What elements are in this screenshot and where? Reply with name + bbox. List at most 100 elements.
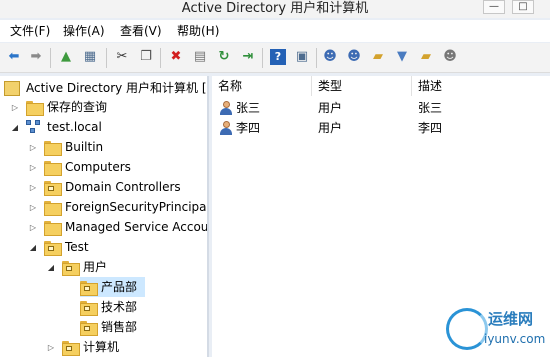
column-header-name[interactable]: 名称 [212, 76, 312, 96]
menu-help[interactable]: 帮助(H) [177, 23, 219, 39]
ou-icon [62, 340, 80, 356]
tree-item-domain-controllers[interactable]: ▷ Domain Controllers [28, 177, 181, 197]
cell-type: 用户 [318, 101, 343, 115]
folder-icon [44, 200, 62, 216]
delegate-icon[interactable]: ☻ [442, 49, 458, 65]
back-icon[interactable]: ⬅ [6, 49, 22, 65]
export-icon[interactable]: ⇥ [240, 49, 256, 65]
tree-item-label: Domain Controllers [65, 180, 181, 194]
tree-item-label: test.local [47, 120, 102, 134]
watermark: 运维网 iyunv.com [440, 300, 550, 357]
cut-icon[interactable]: ✂ [114, 49, 130, 65]
tree-item-label: 用户 [83, 260, 108, 274]
ou-icon [80, 300, 98, 316]
ad-console-icon [4, 80, 20, 96]
ou-icon [62, 260, 80, 276]
maximize-button[interactable]: □ [512, 0, 534, 14]
tree-item-label: 销售部 [101, 320, 138, 334]
menu-view[interactable]: 查看(V) [120, 23, 162, 39]
collapse-icon[interactable]: ◢ [46, 263, 56, 272]
cell-name: 李四 [236, 121, 261, 135]
expand-icon[interactable]: ▷ [10, 103, 20, 112]
menu-file[interactable]: 文件(F) [10, 23, 50, 39]
tree-item-users-ou[interactable]: ◢ 用户 [46, 257, 107, 277]
tree-item-label: 产品部 [101, 280, 138, 294]
copy-icon[interactable]: ❐ [138, 49, 154, 65]
ou-icon [80, 280, 98, 296]
show-tree-icon[interactable]: ▦ [82, 49, 98, 65]
toolbar-separator [106, 48, 107, 68]
toolbar: ⬅ ➡ ▲ ▦ ✂ ❐ ✖ ▤ ↻ ⇥ ? ▣ ☻ ☻ ▰ ▼ ▰ ☻ [0, 43, 550, 73]
title-bar: Active Directory 用户和计算机 — □ [0, 0, 550, 18]
list-item[interactable]: 张三 用户 张三 [212, 98, 550, 118]
tree-item-label: 技术部 [101, 300, 138, 314]
user-icon [220, 121, 232, 135]
tree-item-computers-ou[interactable]: ▷ 计算机 [46, 337, 119, 357]
new-ou-icon[interactable]: ▰ [370, 49, 386, 65]
window-title: Active Directory 用户和计算机 [181, 1, 369, 16]
collapse-icon[interactable]: ◢ [28, 243, 38, 252]
tree-item-foreign-security-principals[interactable]: ▷ ForeignSecurityPrincipals [28, 197, 209, 217]
tree-item-domain[interactable]: ◢ test.local [10, 117, 102, 137]
console-icon[interactable]: ▣ [294, 49, 310, 65]
column-header-type[interactable]: 类型 [312, 76, 412, 96]
new-group-icon[interactable]: ☻ [346, 49, 362, 65]
tree-item-label: Test [65, 240, 89, 254]
ou-icon [44, 240, 62, 256]
watermark-url: iyunv.com [484, 332, 546, 346]
tree-item-managed-service-accounts[interactable]: ▷ Managed Service Accou [28, 217, 209, 237]
delete-icon[interactable]: ✖ [168, 49, 184, 65]
expand-icon[interactable]: ▷ [28, 143, 38, 152]
expand-icon[interactable]: ▷ [28, 163, 38, 172]
tree-item-label: Builtin [65, 140, 104, 154]
new-user-icon[interactable]: ☻ [322, 49, 338, 65]
cell-description: 李四 [418, 121, 443, 135]
tree-item-product-dept[interactable]: 产品部 [80, 277, 146, 297]
console-tree[interactable]: Active Directory 用户和计算机 [a ▷ 保存的查询 ◢ tes… [0, 76, 209, 357]
cell-name: 张三 [236, 101, 261, 115]
tree-root[interactable]: Active Directory 用户和计算机 [a [4, 78, 209, 98]
collapse-icon[interactable]: ◢ [10, 123, 20, 132]
tree-item-builtin[interactable]: ▷ Builtin [28, 137, 103, 157]
toolbar-separator [316, 48, 317, 68]
tree-item-sales-dept[interactable]: 销售部 [80, 317, 137, 337]
domain-icon [26, 119, 42, 135]
folder-icon [26, 100, 44, 116]
tree-item-saved-queries[interactable]: ▷ 保存的查询 [10, 97, 107, 117]
expand-icon[interactable]: ▷ [46, 343, 56, 352]
menu-action[interactable]: 操作(A) [63, 23, 105, 39]
column-header-description[interactable]: 描述 [412, 76, 550, 96]
properties-icon[interactable]: ▤ [192, 49, 208, 65]
tree-item-tech-dept[interactable]: 技术部 [80, 297, 137, 317]
tree-item-test[interactable]: ◢ Test [28, 237, 89, 257]
toolbar-separator [262, 48, 263, 68]
tree-item-label: ForeignSecurityPrincipals [65, 200, 209, 214]
folder-icon [44, 160, 62, 176]
watermark-text: 运维网 [488, 310, 534, 328]
add-to-group-icon[interactable]: ▰ [418, 49, 434, 65]
ou-icon [44, 180, 62, 196]
forward-icon[interactable]: ➡ [28, 49, 44, 65]
expand-icon[interactable]: ▷ [28, 203, 38, 212]
tree-item-label: Managed Service Accou [65, 220, 209, 234]
up-icon[interactable]: ▲ [58, 49, 74, 65]
tree-item-label: Computers [65, 160, 131, 174]
help-icon[interactable]: ? [270, 49, 286, 65]
toolbar-separator [160, 48, 161, 68]
minimize-button[interactable]: — [483, 0, 505, 14]
tree-item-computers[interactable]: ▷ Computers [28, 157, 131, 177]
filter-icon[interactable]: ▼ [394, 49, 410, 65]
folder-icon [44, 140, 62, 156]
cell-type: 用户 [318, 121, 343, 135]
user-icon [220, 101, 232, 115]
menu-bar: 文件(F) 操作(A) 查看(V) 帮助(H) [0, 20, 550, 42]
expand-icon[interactable]: ▷ [28, 183, 38, 192]
tree-item-label: 保存的查询 [47, 100, 108, 114]
list-item[interactable]: 李四 用户 李四 [212, 118, 550, 138]
tree-item-label: 计算机 [83, 340, 120, 354]
cell-description: 张三 [418, 101, 443, 115]
expand-icon[interactable]: ▷ [28, 223, 38, 232]
folder-icon [44, 220, 62, 236]
refresh-icon[interactable]: ↻ [216, 49, 232, 65]
tree-root-label: Active Directory 用户和计算机 [a [26, 81, 209, 95]
